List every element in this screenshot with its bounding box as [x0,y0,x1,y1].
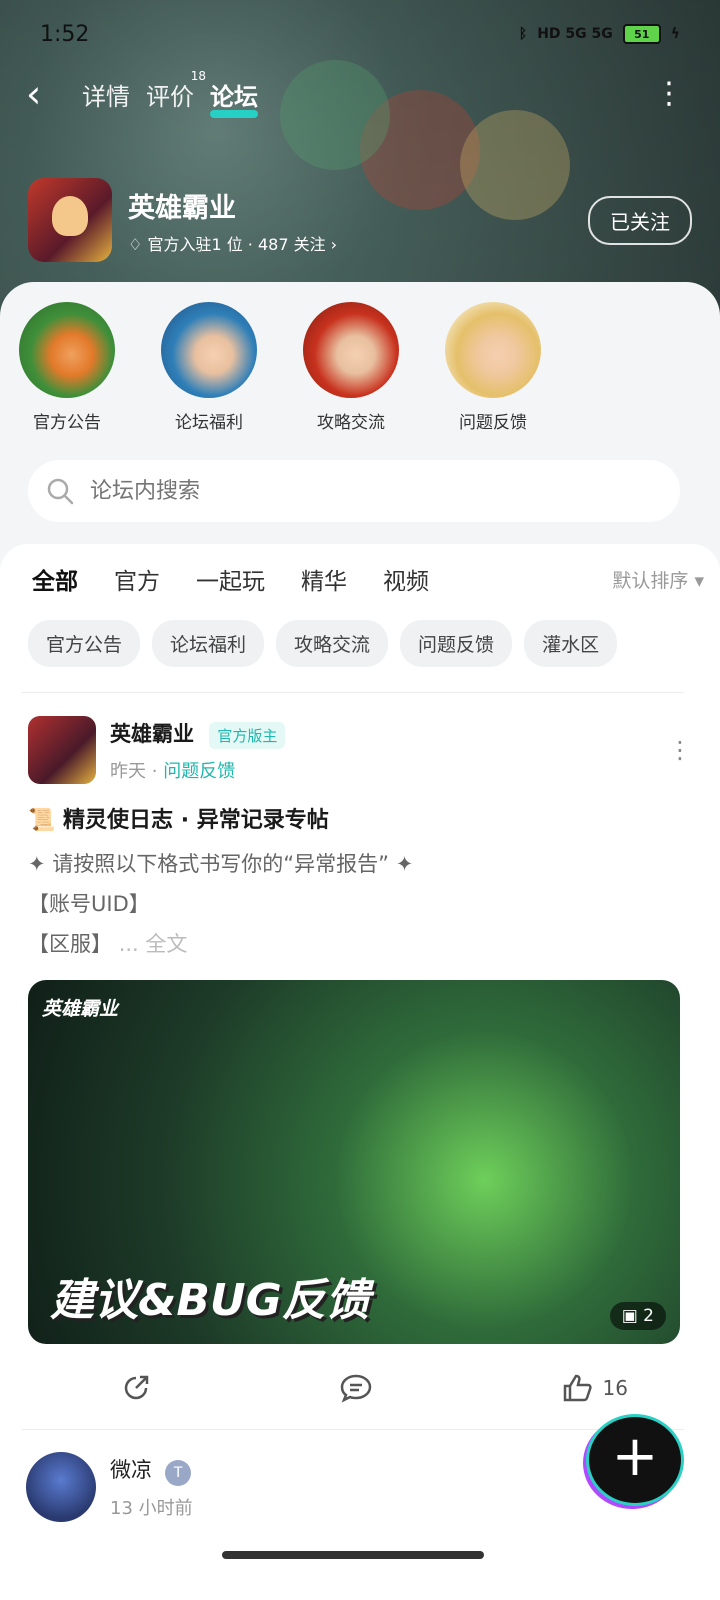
status-time: 1:52 [40,21,90,47]
back-arrow-icon[interactable]: ‹ [26,74,66,114]
category-feedback[interactable]: 问题反馈 [444,302,542,433]
top-nav: ‹ 详情 评价 18 论坛 ⋮ [26,69,684,118]
post-actions: 16 [28,1372,692,1404]
status-icons: ᛒ HD 5G 5G 51 ϟ [519,24,680,44]
thumbs-up-icon [563,1374,592,1402]
like-button[interactable]: 16 [561,1372,628,1404]
game-stats-text: 官方入驻1 位 · 487 关注 › [147,234,338,254]
share-icon [124,1375,149,1400]
post-section-link[interactable]: 问题反馈 [163,761,235,782]
tab-forum[interactable]: 论坛 [210,77,258,118]
gallery-icon: ▣ [621,1306,638,1326]
meta-separator: · [151,760,158,782]
read-full-link[interactable]: ... 全文 [119,932,188,956]
excerpt-line: ✦ 请按照以下格式书写你的“异常报告” ✦ [28,852,414,876]
filter-tab-all[interactable]: 全部 [32,562,78,602]
search-input[interactable] [88,477,612,505]
tab-reviews-label: 评价 [146,82,194,111]
status-bar: 1:52 ᛒ HD 5G 5G 51 ϟ [40,14,680,54]
post-time: 昨天 [110,760,146,782]
forum-search-bar[interactable] [28,460,680,522]
category-avatar [303,302,399,398]
category-strategy-exchange[interactable]: 攻略交流 [302,302,400,433]
post-more-icon[interactable]: ⋮ [668,736,692,764]
post-excerpt: ✦ 请按照以下格式书写你的“异常报告” ✦ 【账号UID】 【区服】 ... 全… [28,844,692,964]
image-banner-text: 建议&BUG反馈 [50,1275,370,1326]
post-image[interactable]: 英雄霸业 建议&BUG反馈 ▣ 2 [28,980,680,1344]
user-level-badge: T [165,1460,192,1486]
category-label: 论坛福利 [175,413,243,433]
game-meta: 英雄霸业 ♢ 官方入驻1 位 · 487 关注 › [128,186,337,255]
post-meta: 昨天 · 问题反馈 [110,757,285,783]
excerpt-line-text: 【区服】 [28,932,112,956]
image-game-logo: 英雄霸业 [42,998,119,1020]
charging-icon: ϟ [670,26,680,42]
signal-icon: HD 5G 5G [537,26,613,42]
post-card-2[interactable]: 微凉 T 13 小时前 [26,1452,193,1522]
diamond-icon: ♢ [128,234,143,254]
tab-details[interactable]: 详情 [82,77,130,112]
battery-icon: 51 [622,24,661,44]
author-avatar-2[interactable] [26,1452,96,1522]
game-info: 英雄霸业 ♢ 官方入驻1 位 · 487 关注 › 已关注 [28,178,692,262]
image-count: 2 [643,1306,654,1326]
author-avatar[interactable] [28,716,96,784]
chip-official-announcements[interactable]: 官方公告 [28,620,141,667]
comment-button[interactable] [339,1372,373,1404]
divider [22,692,684,693]
filter-tabs: 全部 官方 一起玩 精华 视频 默认排序 ▾ [32,562,704,602]
author-info-2: 微凉 T 13 小时前 [110,1454,193,1520]
follow-button[interactable]: 已关注 [588,195,692,245]
author-name[interactable]: 英雄霸业 [110,722,194,746]
category-forum-benefits[interactable]: 论坛福利 [160,302,258,433]
reviews-count-badge: 18 [190,68,206,83]
home-indicator[interactable] [222,1551,484,1559]
image-count-badge: ▣ 2 [609,1302,666,1330]
sort-dropdown[interactable]: 默认排序 ▾ [612,566,704,593]
share-button[interactable] [120,1372,152,1404]
category-avatar [19,302,115,398]
game-stats[interactable]: ♢ 官方入驻1 位 · 487 关注 › [128,231,337,255]
filter-tab-play-together[interactable]: 一起玩 [196,562,265,596]
create-post-button[interactable]: + [586,1414,684,1506]
chip-strategy-exchange[interactable]: 攻略交流 [276,620,389,667]
category-avatar [445,302,541,398]
like-count: 16 [602,1376,628,1400]
category-label: 攻略交流 [317,413,385,433]
chip-feedback[interactable]: 问题反馈 [400,620,513,667]
category-avatar [161,302,257,398]
author-name-2[interactable]: 微凉 [110,1458,152,1482]
bluetooth-icon: ᛒ [518,26,528,42]
post-title: 📜 精灵使日志 · 异常记录专帖 [28,808,329,833]
filter-tab-video[interactable]: 视频 [383,562,429,596]
author-info: 英雄霸业 官方版主 昨天 · 问题反馈 [110,718,286,783]
search-icon [47,478,74,505]
game-app-icon[interactable] [28,178,112,262]
game-title: 英雄霸业 [128,192,236,224]
moderator-badge: 官方版主 [209,721,286,749]
forum-sheet: 官方公告 论坛福利 攻略交流 问题反馈 全部 官方 一起玩 精华 视频 默认排序… [0,282,720,1600]
comment-icon [341,1374,372,1403]
post-header: 英雄霸业 官方版主 昨天 · 问题反馈 ⋮ [28,716,692,784]
chip-forum-benefits[interactable]: 论坛福利 [152,620,265,667]
author-row-2: 微凉 T [110,1454,193,1486]
section-chips: 官方公告 论坛福利 攻略交流 问题反馈 灌水区 [28,620,618,667]
excerpt-line-last: 【区服】 ... 全文 [28,924,692,964]
filter-tab-official[interactable]: 官方 [114,562,160,596]
tab-reviews[interactable]: 评价 18 [146,69,206,112]
category-label: 问题反馈 [459,413,527,433]
divider [22,1429,684,1430]
post-time-2: 13 小时前 [110,1498,193,1519]
filter-tab-featured[interactable]: 精华 [301,562,347,596]
category-official-announcements[interactable]: 官方公告 [18,302,116,433]
category-shortcuts: 官方公告 论坛福利 攻略交流 问题反馈 [18,302,542,433]
post-card[interactable]: 英雄霸业 官方版主 昨天 · 问题反馈 ⋮ 📜 精灵使日志 · 异常记录专帖 ✦… [28,716,692,1404]
more-options-icon[interactable]: ⋮ [654,79,684,109]
author-name-row: 英雄霸业 官方版主 [110,718,286,749]
excerpt-line: 【账号UID】 [28,892,150,916]
chip-water-zone[interactable]: 灌水区 [524,620,618,667]
category-label: 官方公告 [33,413,101,433]
